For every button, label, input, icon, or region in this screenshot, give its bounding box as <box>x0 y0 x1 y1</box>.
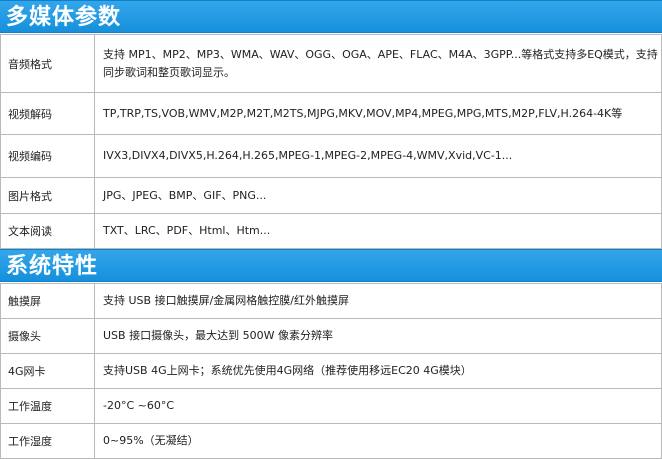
table-row: 图片格式 JPG、JPEG、BMP、GIF、PNG... <box>0 177 662 214</box>
row-label: 文本阅读 <box>0 213 95 249</box>
row-label: 音频格式 <box>0 34 95 93</box>
system-section-header: 系统特性 <box>0 249 662 282</box>
row-label: 工作温度 <box>0 388 95 424</box>
row-value: IVX3,DIVX4,DIVX5,H.264,H.265,MPEG-1,MPEG… <box>94 134 662 178</box>
row-value: 支持USB 4G上网卡；系统优先使用4G网络（推荐使用移远EC20 4G模块） <box>94 353 662 389</box>
spec-sheet: 多媒体参数 音频格式 支持 MP1、MP2、MP3、WMA、WAV、OGG、OG… <box>0 0 662 459</box>
table-row: 摄像头 USB 接口摄像头，最大达到 500W 像素分辨率 <box>0 318 662 354</box>
table-row: 触摸屏 支持 USB 接口触摸屏/金属网格触控膜/红外触摸屏 <box>0 283 662 319</box>
row-value: JPG、JPEG、BMP、GIF、PNG... <box>94 177 662 214</box>
row-label: 图片格式 <box>0 177 95 214</box>
row-label: 摄像头 <box>0 318 95 354</box>
row-value: -20°C ~60°C <box>94 388 662 424</box>
table-row: 视频解码 TP,TRP,TS,VOB,WMV,M2P,M2T,M2TS,MJPG… <box>0 92 662 135</box>
row-value: 支持 USB 接口触摸屏/金属网格触控膜/红外触摸屏 <box>94 283 662 319</box>
row-value: USB 接口摄像头，最大达到 500W 像素分辨率 <box>94 318 662 354</box>
table-row: 工作湿度 0~95%（无凝结） <box>0 423 662 459</box>
row-value: TXT、LRC、PDF、Html、Htm... <box>94 213 662 249</box>
row-label: 工作湿度 <box>0 423 95 459</box>
row-value: 0~95%（无凝结） <box>94 423 662 459</box>
row-label: 视频解码 <box>0 92 95 135</box>
row-label: 视频编码 <box>0 134 95 178</box>
multimedia-section-header: 多媒体参数 <box>0 0 662 33</box>
row-value: 支持 MP1、MP2、MP3、WMA、WAV、OGG、OGA、APE、FLAC、… <box>94 34 662 93</box>
table-row: 文本阅读 TXT、LRC、PDF、Html、Htm... <box>0 213 662 249</box>
table-row: 4G网卡 支持USB 4G上网卡；系统优先使用4G网络（推荐使用移远EC20 4… <box>0 353 662 389</box>
row-label: 4G网卡 <box>0 353 95 389</box>
table-row: 视频编码 IVX3,DIVX4,DIVX5,H.264,H.265,MPEG-1… <box>0 134 662 178</box>
row-value: TP,TRP,TS,VOB,WMV,M2P,M2T,M2TS,MJPG,MKV,… <box>94 92 662 135</box>
table-row: 音频格式 支持 MP1、MP2、MP3、WMA、WAV、OGG、OGA、APE、… <box>0 34 662 93</box>
row-label: 触摸屏 <box>0 283 95 319</box>
system-table: 触摸屏 支持 USB 接口触摸屏/金属网格触控膜/红外触摸屏 摄像头 USB 接… <box>0 283 662 459</box>
multimedia-table: 音频格式 支持 MP1、MP2、MP3、WMA、WAV、OGG、OGA、APE、… <box>0 34 662 249</box>
table-row: 工作温度 -20°C ~60°C <box>0 388 662 424</box>
